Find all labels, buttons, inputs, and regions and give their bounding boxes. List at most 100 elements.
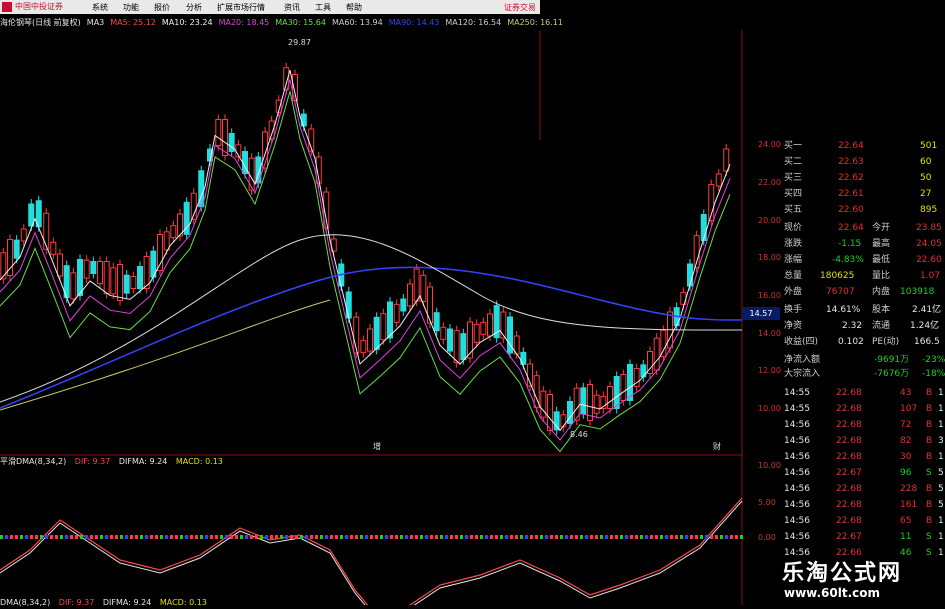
bid-volume: 895 — [920, 205, 938, 215]
tick-side: B — [926, 388, 933, 398]
macd-label: MACD: 0.13 — [175, 457, 223, 466]
macd-bar — [235, 535, 238, 539]
macd-bar — [360, 535, 363, 539]
candlestick-chart[interactable] — [0, 30, 780, 605]
bid-price: 22.63 — [838, 157, 864, 167]
bid-price: 22.64 — [838, 141, 864, 151]
tick-time: 14:56 — [784, 420, 810, 430]
macd-bar — [400, 535, 403, 539]
macd-bar — [670, 535, 673, 539]
menu-analysis[interactable]: 分析 — [186, 2, 202, 13]
menu-system[interactable]: 系统 — [92, 2, 108, 13]
price-axis-label: 22.00 — [758, 178, 781, 187]
indicator-legend-lower: DMA(8,34,2) DIF: 9.37 DIFMA: 9.24 MACD: … — [0, 598, 740, 607]
macd-bar — [50, 535, 53, 539]
watermark-url: www.60lt.com — [784, 586, 881, 600]
candle-body — [447, 328, 453, 352]
tick-side: B — [926, 516, 933, 526]
ma250-line — [0, 299, 331, 411]
macd-bar — [110, 535, 113, 539]
event-mark[interactable]: 增 — [373, 441, 381, 452]
tick-count: 5 — [938, 484, 944, 494]
macd-bar — [175, 535, 178, 539]
macd-bar — [730, 535, 733, 539]
tick-time: 14:56 — [784, 516, 810, 526]
stat-value: 22.64 — [838, 223, 864, 233]
stat-value: 2.41亿 — [912, 305, 942, 315]
menu-function[interactable]: 功能 — [123, 2, 139, 13]
candle-body — [653, 337, 660, 371]
trade-link[interactable]: 证券交易 — [504, 2, 536, 13]
macd-bar — [740, 535, 743, 539]
broker-logo: 中国中投证券 — [2, 1, 78, 13]
tick-volume: 161 — [900, 500, 918, 510]
ma20-label: MA20: 18.45 — [218, 18, 270, 27]
macd-bar — [250, 535, 253, 539]
macd-bar — [475, 535, 478, 539]
menu-help[interactable]: 帮助 — [346, 2, 362, 13]
event-mark[interactable]: 财 — [713, 441, 721, 452]
stat-label: 总量 — [784, 271, 803, 281]
macd-bar — [35, 535, 38, 539]
candle-body — [110, 267, 117, 295]
candle-body — [613, 376, 620, 409]
macd-bar — [25, 535, 28, 539]
candle-body — [248, 157, 255, 191]
difma-label: DIFMA: 9.24 — [102, 598, 152, 607]
logo-text: 中国中投证券 — [15, 2, 63, 11]
bid-row: 买五 — [784, 205, 803, 215]
macd-bar — [655, 535, 658, 539]
macd-bar — [440, 535, 443, 539]
macd-bar — [155, 535, 158, 539]
tick-volume: 228 — [900, 484, 918, 494]
macd-bar — [450, 535, 453, 539]
site-watermark: 乐淘公式网 www.60lt.com — [770, 552, 945, 609]
stat-label: 内盘 — [872, 287, 891, 297]
macd-bar — [310, 535, 313, 539]
candle-body — [222, 119, 228, 156]
macd-bar — [315, 535, 318, 539]
macd-bar — [180, 535, 183, 539]
menu-extended-market[interactable]: 扩展市场行情 — [217, 2, 265, 13]
candle-body — [380, 313, 387, 341]
current-price-tag: 14.57 — [742, 307, 780, 320]
macd-bar — [230, 535, 233, 539]
macd-bar — [275, 535, 278, 539]
macd-bar — [345, 535, 348, 539]
menu-quote[interactable]: 报价 — [154, 2, 170, 13]
tick-volume: 43 — [900, 388, 912, 398]
macd-bar — [90, 535, 93, 539]
macd-bar — [425, 535, 428, 539]
macd-bar — [355, 535, 358, 539]
tick-time: 14:56 — [784, 436, 810, 446]
candle-body — [487, 313, 493, 337]
candle-body — [90, 261, 97, 274]
tick-count: 5 — [938, 468, 944, 478]
macd-bar — [40, 535, 43, 539]
tick-side: B — [926, 484, 933, 494]
dif-line — [0, 497, 743, 605]
candle-body — [0, 252, 7, 280]
candle-body — [117, 264, 123, 301]
ma10-label: MA10: 23.24 — [161, 18, 213, 27]
macd-bar — [305, 535, 308, 539]
tick-price: 22.68 — [836, 452, 862, 462]
macd-bar — [20, 535, 23, 539]
menu-news[interactable]: 资讯 — [284, 2, 300, 13]
menu-tools[interactable]: 工具 — [315, 2, 331, 13]
macd-bar — [170, 535, 173, 539]
candle-body — [420, 274, 427, 302]
candle-body — [393, 303, 400, 323]
tick-side: S — [926, 468, 932, 478]
macd-bar — [590, 535, 593, 539]
macd-bar — [680, 535, 683, 539]
tick-count: 1 — [938, 388, 944, 398]
ma60-label: MA60: 13.94 — [331, 18, 383, 27]
macd-bar — [695, 535, 698, 539]
macd-bar — [535, 535, 538, 539]
macd-bar — [485, 535, 488, 539]
indicator-axis-label: 0.00 — [758, 533, 776, 542]
logo-icon — [2, 2, 12, 12]
ma120-label: MA120: 16.54 — [445, 18, 502, 27]
stat-label: 收益(四) — [784, 337, 819, 347]
